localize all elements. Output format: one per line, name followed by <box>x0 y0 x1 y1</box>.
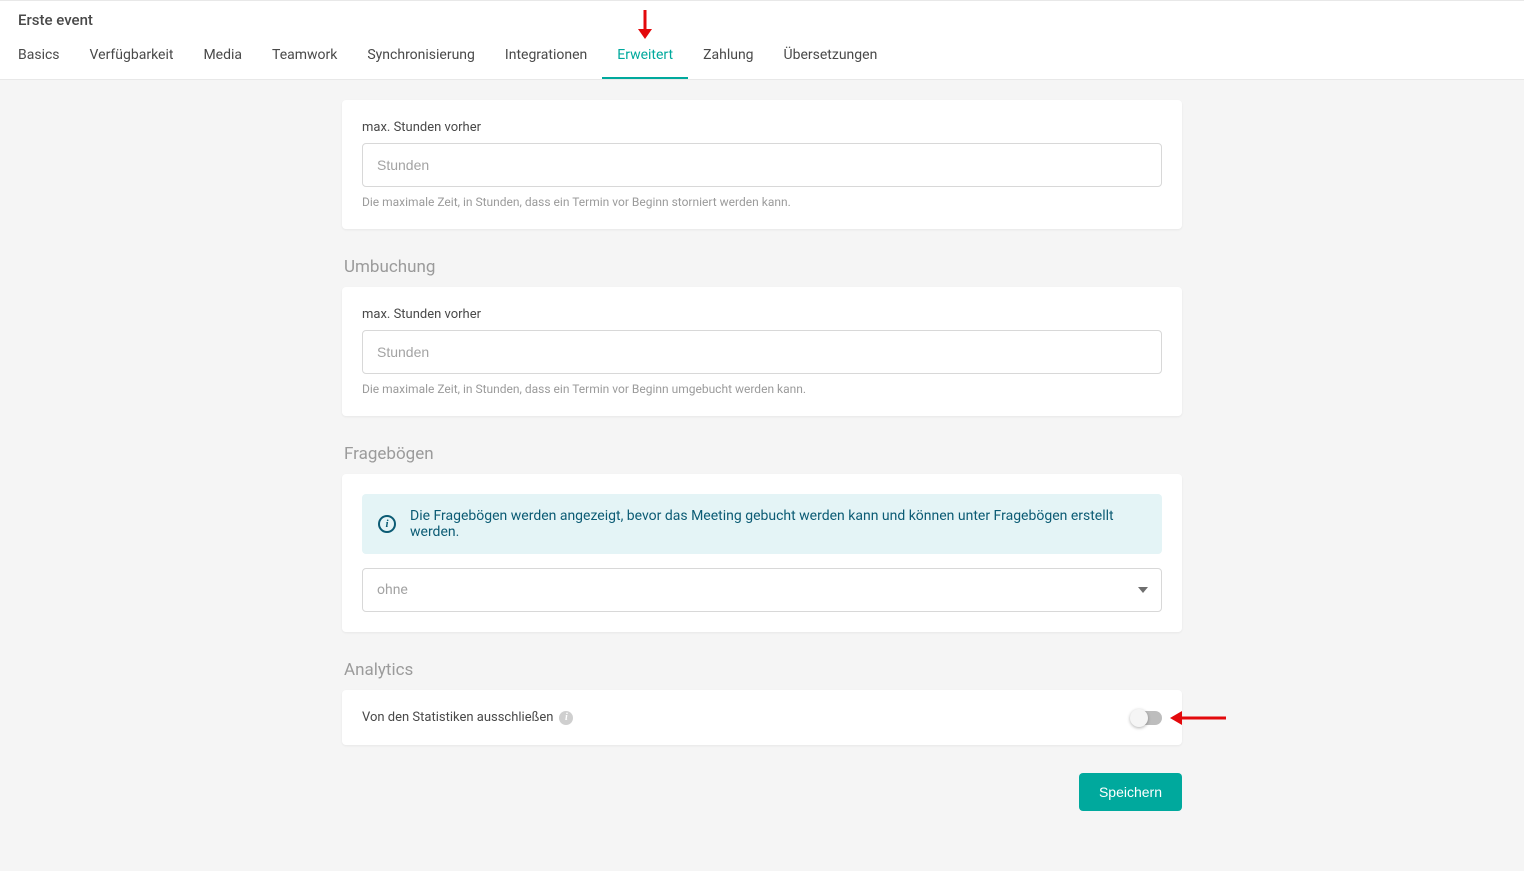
analytics-exclude-label: Von den Statistiken ausschließen i <box>362 710 573 725</box>
analytics-section-title: Analytics <box>342 660 1182 680</box>
tab-availability[interactable]: Verfügbarkeit <box>75 35 189 79</box>
analytics-card: Von den Statistiken ausschließen i <box>342 690 1182 745</box>
page-title: Erste event <box>18 1 1506 35</box>
toggle-knob <box>1130 709 1148 727</box>
tab-integrations[interactable]: Integrationen <box>490 35 602 79</box>
info-icon: i <box>378 515 396 533</box>
rebook-help-text: Die maximale Zeit, in Stunden, dass ein … <box>362 382 1162 396</box>
cancel-help-text: Die maximale Zeit, in Stunden, dass ein … <box>362 195 1162 209</box>
rebook-card: max. Stunden vorher Die maximale Zeit, i… <box>342 287 1182 416</box>
survey-info-text: Die Fragebögen werden angezeigt, bevor d… <box>410 508 1146 540</box>
tab-teamwork[interactable]: Teamwork <box>257 35 352 79</box>
analytics-exclude-toggle[interactable] <box>1132 711 1162 725</box>
save-button[interactable]: Speichern <box>1079 773 1182 811</box>
rebook-max-hours-input[interactable] <box>362 330 1162 374</box>
help-icon[interactable]: i <box>559 711 573 725</box>
cancel-card: max. Stunden vorher Die maximale Zeit, i… <box>342 100 1182 229</box>
tab-translations[interactable]: Übersetzungen <box>769 35 893 79</box>
survey-info-banner: i Die Fragebögen werden angezeigt, bevor… <box>362 494 1162 554</box>
rebook-max-hours-label: max. Stunden vorher <box>362 307 1162 322</box>
tab-label: Erweitert <box>617 47 673 63</box>
rebook-section-title: Umbuchung <box>342 257 1182 277</box>
survey-section-title: Fragebögen <box>342 444 1182 464</box>
tab-advanced[interactable]: Erweitert <box>602 35 688 79</box>
cancel-max-hours-input[interactable] <box>362 143 1162 187</box>
tab-bar: Basics Verfügbarkeit Media Teamwork Sync… <box>18 35 1506 79</box>
tab-media[interactable]: Media <box>188 35 257 79</box>
tab-sync[interactable]: Synchronisierung <box>352 35 490 79</box>
tab-basics[interactable]: Basics <box>18 35 75 79</box>
survey-card: i Die Fragebögen werden angezeigt, bevor… <box>342 474 1182 632</box>
annotation-arrow-left-icon <box>1170 710 1226 726</box>
tab-payment[interactable]: Zahlung <box>688 35 768 79</box>
toggle-label-text: Von den Statistiken ausschließen <box>362 710 553 725</box>
cancel-max-hours-label: max. Stunden vorher <box>362 120 1162 135</box>
survey-select[interactable]: ohne <box>362 568 1162 612</box>
